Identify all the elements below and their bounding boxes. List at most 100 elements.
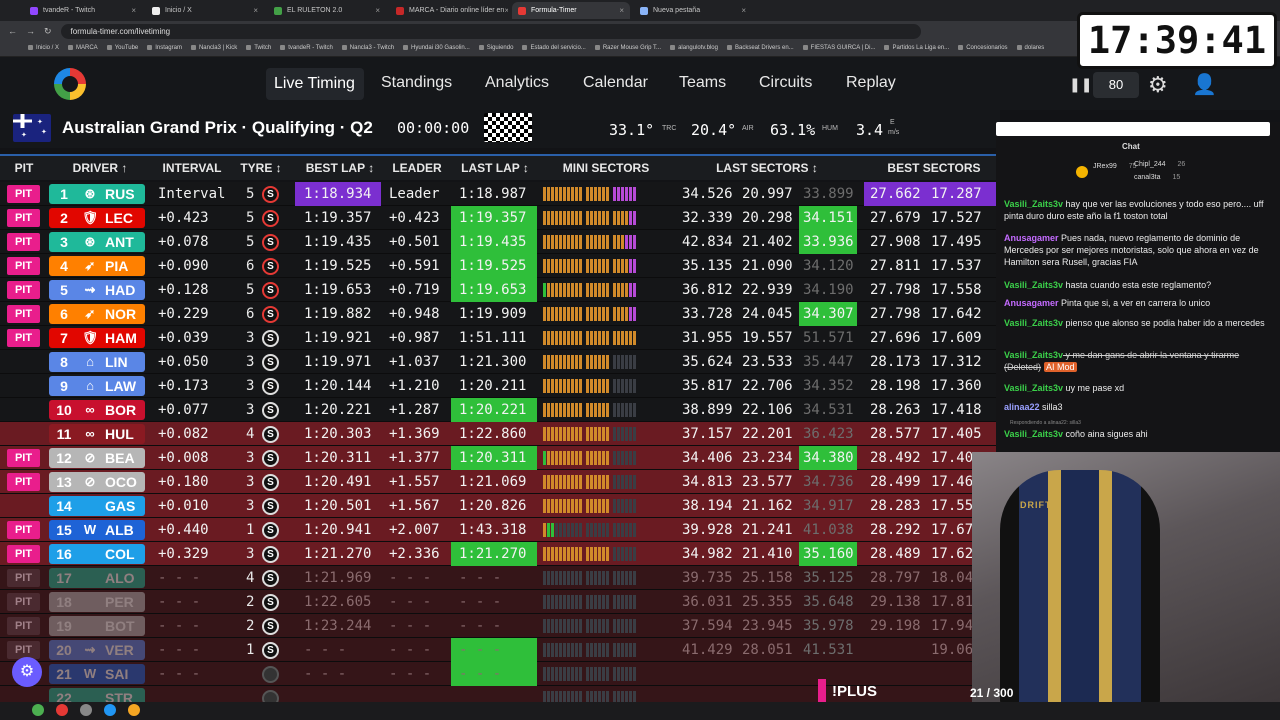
floating-assistant-icon[interactable]: ⚙	[12, 657, 42, 687]
table-row[interactable]: PIT 20 ⇝ VER - - -1S- - -- - -- - -41.429 28.…	[0, 638, 1000, 662]
bookmark-item[interactable]: Inicio / X	[28, 45, 59, 52]
driver-badge[interactable]: 13 ⊘ OCO	[49, 472, 145, 492]
driver-badge[interactable]: 14 GAS	[49, 496, 145, 516]
table-row[interactable]: PIT 16 COL +0.329 3 S 1:21.270 +2.336 1:21.270 34…	[0, 542, 1000, 566]
table-row[interactable]: PIT 13 ⊘ OCO +0.180 3 S 1:20.491 +1.557 1:21.069 3…	[0, 470, 1000, 494]
table-row[interactable]: PIT 15 W ALB +0.440 1 S 1:20.941 +2.007 1:43.318 3…	[0, 518, 1000, 542]
browser-tab[interactable]: Formula-Timer ×	[512, 2, 630, 19]
chat-username[interactable]: Vasili_Zaits3v	[1004, 280, 1063, 290]
opera-icon[interactable]	[56, 704, 68, 716]
column-header[interactable]: TYRE ↕	[232, 161, 290, 175]
driver-badge[interactable]: 11 ∞ HUL	[49, 424, 145, 444]
table-row[interactable]: 14 GAS +0.010 3 S 1:20.501 +1.567 1:20.826 38.19…	[0, 494, 1000, 518]
driver-badge[interactable]: 5 ⇝ HAD	[49, 280, 145, 300]
column-header[interactable]: LAST SECTORS ↕	[674, 161, 860, 175]
chat-username[interactable]: alinaa22	[1004, 402, 1040, 412]
nav-item-standings[interactable]: Standings	[381, 74, 452, 92]
browser-tab[interactable]: MARCA - Diario online líder en ×	[390, 2, 508, 19]
column-header[interactable]: BEST LAP ↕	[300, 161, 380, 175]
driver-badge[interactable]: 20 ⇝ VER	[49, 640, 145, 660]
table-row[interactable]: PIT 17 ALO - - - 4 S 1:21.969 - - - - - - 39.735 2…	[0, 566, 1000, 590]
browser-tab[interactable]: EL RULETON 2.0 ×	[268, 2, 386, 19]
folder-icon[interactable]	[128, 704, 140, 716]
table-row[interactable]: PIT 7 🛡 HAM +0.039 3 S 1:19.921 +0.987 1:51.111 31…	[0, 326, 1000, 350]
chat-username[interactable]: Vasili_Zaits3v	[1004, 383, 1063, 393]
table-row[interactable]: 10 ∞ BOR +0.077 3 S 1:20.221 +1.287 1:20.221 38.8…	[0, 398, 1000, 422]
bookmark-item[interactable]: tvandeR - Twitch	[280, 45, 333, 52]
driver-badge[interactable]: 10 ∞ BOR	[49, 400, 145, 420]
driver-badge[interactable]: 15 W ALB	[49, 520, 145, 540]
close-icon[interactable]: ×	[253, 6, 258, 15]
table-row[interactable]: PIT 18 PER - - - 2 S 1:22.605 - - - - - - 36.031 2…	[0, 590, 1000, 614]
nav-item-calendar[interactable]: Calendar	[583, 74, 648, 92]
driver-badge[interactable]: 18 PER	[49, 592, 145, 612]
close-icon[interactable]: ×	[375, 6, 380, 15]
nav-item-live-timing[interactable]: Live Timing	[266, 68, 364, 100]
table-row[interactable]: PIT 1 ⊛ RUS Interval 5 S 1:18.934 Leader 1:18.987…	[0, 182, 1000, 206]
column-header[interactable]: BEST SECTORS	[864, 161, 1000, 175]
bookmark-item[interactable]: Nancla3 | Kick	[191, 45, 237, 52]
table-row[interactable]: PIT 5 ⇝ HAD +0.128 5 S 1:19.653 +0.719 1:19.653 36…	[0, 278, 1000, 302]
table-row[interactable]: PIT 3 ⊛ ANT +0.078 5 S 1:19.435 +0.501 1:19.435 42…	[0, 230, 1000, 254]
nav-item-teams[interactable]: Teams	[679, 74, 726, 92]
column-header[interactable]: LEADER	[384, 161, 450, 175]
table-row[interactable]: 8 ⌂ LIN +0.050 3 S 1:19.971 +1.037 1:21.300 35.62…	[0, 350, 1000, 374]
bookmark-item[interactable]: Nancla3 - Twitch	[342, 45, 394, 52]
driver-badge[interactable]: 2 🛡 LEC	[49, 208, 145, 228]
bookmark-item[interactable]: YouTube	[107, 45, 139, 52]
driver-badge[interactable]: 21 W SAI	[49, 664, 145, 684]
column-header[interactable]: DRIVER ↑	[52, 161, 148, 175]
driver-badge[interactable]: 3 ⊛ ANT	[49, 232, 145, 252]
bookmark-item[interactable]: Instagram	[147, 45, 182, 52]
driver-badge[interactable]: 8 ⌂ LIN	[49, 352, 145, 372]
bookmark-item[interactable]: MARCA	[68, 45, 98, 52]
driver-badge[interactable]: 7 🛡 HAM	[49, 328, 145, 348]
table-row[interactable]: PIT 4 ➶ PIA +0.090 6 S 1:19.525 +0.591 1:19.525 35…	[0, 254, 1000, 278]
driver-badge[interactable]: 9 ⌂ LAW	[49, 376, 145, 396]
bookmark-item[interactable]: Siguiendo	[479, 45, 514, 52]
delay-input[interactable]: 80	[1093, 72, 1139, 98]
bookmark-item[interactable]: Twitch	[246, 45, 271, 52]
bookmark-item[interactable]: Estado del servicio...	[522, 45, 585, 52]
gear-icon[interactable]: ⚙	[1148, 72, 1168, 98]
close-icon[interactable]: ×	[741, 6, 746, 15]
user-icon[interactable]: 👤	[1192, 72, 1217, 97]
chat-search-bar[interactable]	[996, 122, 1270, 136]
browser-tab[interactable]: Inicio / X ×	[146, 2, 264, 19]
column-header[interactable]: MINI SECTORS	[540, 161, 672, 175]
chat-username[interactable]: Vasili_Zaits3v	[1004, 318, 1063, 328]
driver-badge[interactable]: 4 ➶ PIA	[49, 256, 145, 276]
chat-username[interactable]: Vasili_Zaits3v	[1004, 429, 1063, 439]
bookmark-item[interactable]: Razer Mouse Grip T...	[595, 45, 661, 52]
nav-item-circuits[interactable]: Circuits	[759, 74, 812, 92]
table-row[interactable]: PIT 19 BOT - - - 2 S 1:23.244 - - - - - - 37.594 2…	[0, 614, 1000, 638]
column-header[interactable]: PIT	[4, 161, 44, 175]
chrome-icon[interactable]	[32, 704, 44, 716]
reload-icon[interactable]: ↻	[44, 26, 52, 37]
chat-username[interactable]: Vasili_Zaits3v	[1004, 350, 1063, 360]
table-row[interactable]: PIT 6 ➶ NOR +0.229 6 S 1:19.882 +0.948 1:19.909 33…	[0, 302, 1000, 326]
bookmark-item[interactable]: FIESTAS GUIRCA | Di...	[803, 45, 876, 52]
back-icon[interactable]: ←	[8, 26, 17, 36]
obs-icon[interactable]	[80, 704, 92, 716]
bookmark-item[interactable]: Hyundai i30 Gasolin...	[403, 45, 470, 52]
telegram-icon[interactable]	[104, 704, 116, 716]
driver-badge[interactable]: 19 BOT	[49, 616, 145, 636]
bookmark-item[interactable]: dolares	[1017, 45, 1045, 52]
bookmark-item[interactable]: Concesionarios	[958, 45, 1007, 52]
nav-item-analytics[interactable]: Analytics	[485, 74, 549, 92]
bookmark-item[interactable]: Partidos La Liga en...	[884, 45, 949, 52]
chat-username[interactable]: Vasili_Zaits3v	[1004, 199, 1063, 209]
close-icon[interactable]: ×	[619, 6, 624, 15]
table-row[interactable]: PIT 2 🛡 LEC +0.423 5 S 1:19.357 +0.423 1:19.357 32…	[0, 206, 1000, 230]
driver-badge[interactable]: 17 ALO	[49, 568, 145, 588]
chat-username[interactable]: Anusagamer	[1004, 233, 1059, 243]
close-icon[interactable]: ×	[131, 6, 136, 15]
chat-username[interactable]: Anusagamer	[1004, 298, 1059, 308]
table-row[interactable]: PIT 12 ⊘ BEA +0.008 3 S 1:20.311 +1.377 1:20.311 3…	[0, 446, 1000, 470]
browser-tab[interactable]: tvandeR - Twitch ×	[24, 2, 142, 19]
formula-timer-logo[interactable]	[54, 68, 86, 100]
table-row[interactable]: 11 ∞ HUL +0.082 4 S 1:20.303 +1.369 1:22.860 37.1…	[0, 422, 1000, 446]
driver-badge[interactable]: 16 COL	[49, 544, 145, 564]
column-header[interactable]: INTERVAL	[152, 161, 232, 175]
